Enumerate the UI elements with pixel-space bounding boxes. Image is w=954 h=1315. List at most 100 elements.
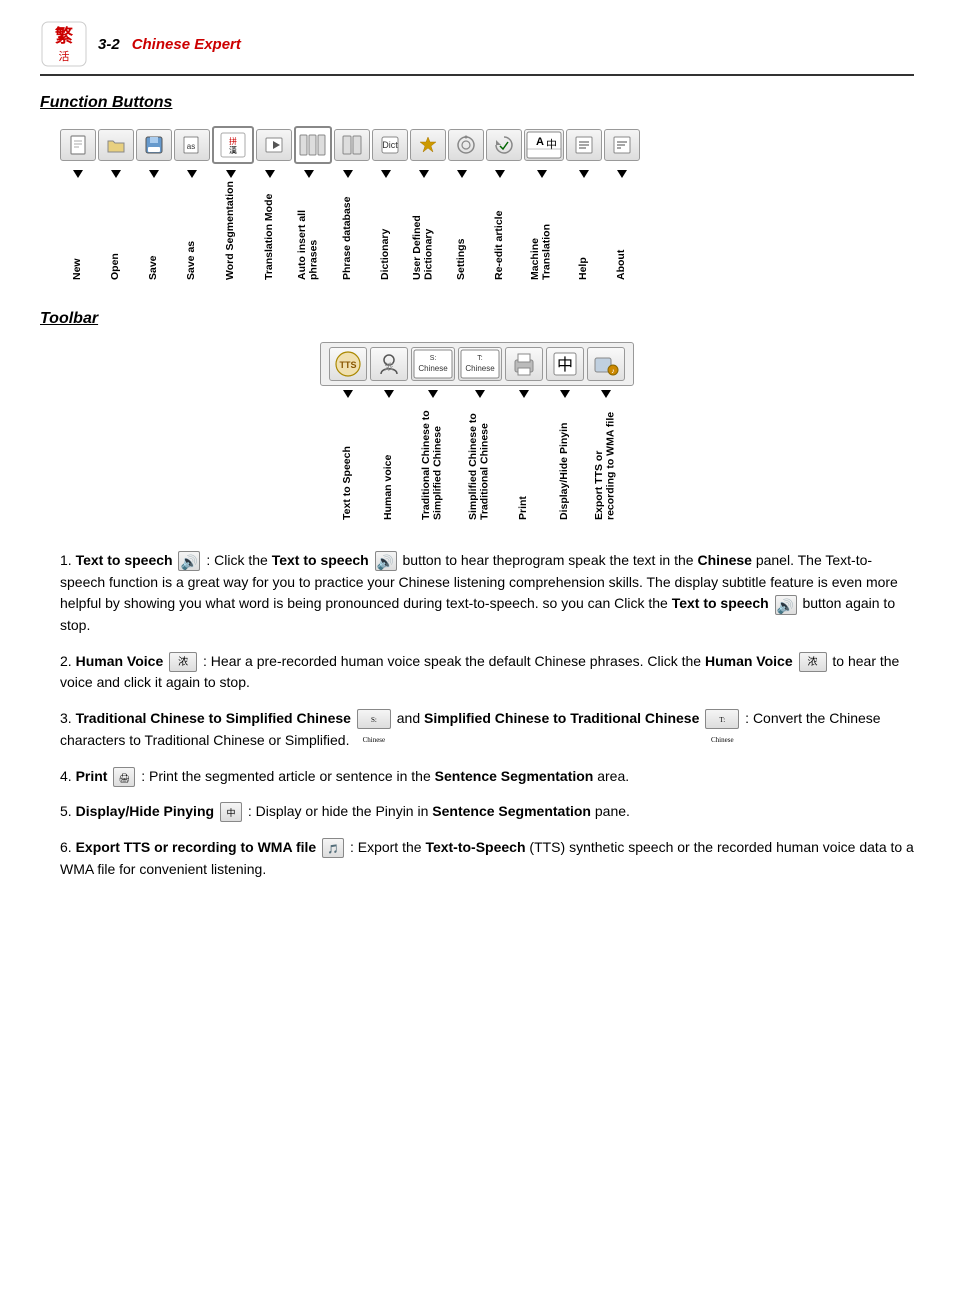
descriptions-list: 1. Text to speech 🔊 : Click the Text to … <box>60 550 914 880</box>
export-wma-label: Export TTS or recording to WMA file <box>587 390 625 520</box>
list-num-1: 1. <box>60 552 76 568</box>
svg-text:Chinese: Chinese <box>418 364 448 373</box>
human-voice-inline-icon-1: 浓 <box>169 652 197 672</box>
phrase-database-button[interactable] <box>334 129 370 161</box>
list-item-2: 2. Human Voice 浓 : Hear a pre-recorded h… <box>60 651 914 694</box>
save-as-button[interactable]: as <box>174 129 210 161</box>
export-wma-button[interactable]: ♪ <box>587 347 625 381</box>
save-button[interactable] <box>136 129 172 161</box>
print-label: Print <box>505 390 543 520</box>
item3-bold1: Traditional Chinese to Simplified Chines… <box>76 710 351 726</box>
translation-mode-button[interactable] <box>256 129 292 161</box>
svg-text:S:: S: <box>430 355 437 362</box>
re-edit-article-button[interactable] <box>486 129 522 161</box>
function-buttons-section: Function Buttons as 拼漢 <box>40 94 914 280</box>
item4-text2: area. <box>593 768 629 784</box>
print-button[interactable] <box>505 347 543 381</box>
toolbar-icons-row: TTS 浓 S: Chinese T: Chinese 中 <box>320 342 634 386</box>
item5-bold2: Sentence Segmentation <box>432 803 591 819</box>
tts-inline-icon-3: 🔊 <box>775 595 797 615</box>
item6-bold2: Text-to-Speech <box>425 839 525 855</box>
word-seg-label: Word Segmentation <box>212 170 250 280</box>
word-seg-group: 拼漢 <box>212 126 254 164</box>
trad-simp-label: Traditional Chinese to Simplified Chines… <box>411 390 455 520</box>
about-button[interactable] <box>604 129 640 161</box>
re-edit-label: Re-edit article <box>482 170 518 280</box>
human-voice-label: Human voice <box>370 390 408 520</box>
machine-trans-label: Machine Translation <box>520 170 564 280</box>
list-num-4: 4. <box>60 768 76 784</box>
item4-bold1: Print <box>76 768 108 784</box>
tts-button[interactable]: TTS <box>329 347 367 381</box>
svg-text:漢: 漢 <box>229 145 237 155</box>
open-button[interactable] <box>98 129 134 161</box>
open-label: Open <box>98 170 134 280</box>
item4-text1: : Print the segmented article or sentenc… <box>141 768 434 784</box>
about-label: About <box>604 170 640 280</box>
item5-bold1: Display/Hide Pinying <box>76 803 214 819</box>
item1-bold3: Chinese <box>697 552 751 568</box>
toolbar-title: Toolbar <box>40 310 914 328</box>
item1-bold4: Text to speech <box>672 595 769 611</box>
machine-translation-button[interactable]: A中 <box>524 129 564 161</box>
user-defined-dictionary-button[interactable] <box>410 129 446 161</box>
list-item-3: 3. Traditional Chinese to Simplified Chi… <box>60 708 914 751</box>
item1-bold2: Text to speech <box>272 552 369 568</box>
svg-text:Chinese: Chinese <box>465 364 495 373</box>
trad-simp-inline-icon: S:Chinese <box>357 709 391 729</box>
item6-text1: : Export the <box>350 839 425 855</box>
toolbar-diagram: TTS 浓 S: Chinese T: Chinese 中 <box>40 342 914 520</box>
display-hide-pinyin-button[interactable]: 中 <box>546 347 584 381</box>
svg-text:Dict: Dict <box>382 140 398 150</box>
item1-text1: : Click the <box>206 552 271 568</box>
list-num-3: 3. <box>60 710 76 726</box>
item3-text1: and <box>397 710 424 726</box>
toolbar-section: Toolbar TTS 浓 S: Chinese T: Chinese <box>40 310 914 520</box>
item2-text1: : Hear a pre-recorded human voice speak … <box>203 653 705 669</box>
list-num-6: 6. <box>60 839 76 855</box>
page-number: 3-2 <box>98 36 120 53</box>
item1-text2: button to hear theprogram speak the text… <box>403 552 698 568</box>
phrase-db-label: Phrase database <box>330 170 366 280</box>
svg-text:中: 中 <box>557 356 573 374</box>
dictionary-button[interactable]: Dict <box>372 129 408 161</box>
svg-text:as: as <box>187 142 195 151</box>
svg-text:T:: T: <box>477 355 483 362</box>
function-buttons-icons-row: as 拼漢 Dict <box>60 126 640 164</box>
word-segmentation-button[interactable]: 拼漢 <box>215 129 251 161</box>
auto-insert-phrases-button[interactable] <box>297 129 329 161</box>
simp-trad-label: Simplified Chinese to Traditional Chines… <box>458 390 502 520</box>
item5-text1: : Display or hide the Pinyin in <box>248 803 432 819</box>
app-logo: 繁 活 <box>40 20 88 68</box>
svg-text:浓: 浓 <box>384 362 393 372</box>
human-voice-inline-icon-2: 浓 <box>799 652 827 672</box>
svg-text:拼: 拼 <box>229 136 237 146</box>
list-num-5: 5. <box>60 803 76 819</box>
dict-label: Dictionary <box>368 170 404 280</box>
tts-inline-icon-1: 🔊 <box>178 551 200 571</box>
new-button[interactable] <box>60 129 96 161</box>
human-voice-button[interactable]: 浓 <box>370 347 408 381</box>
function-buttons-diagram: as 拼漢 Dict <box>60 126 914 280</box>
tts-label: Text to Speech <box>329 390 367 520</box>
svg-text:活: 活 <box>59 50 70 63</box>
function-buttons-labels: New Open Save Save as Word Segmentation … <box>60 170 640 280</box>
item2-bold2: Human Voice <box>705 653 793 669</box>
item3-bold2: Simplified Chinese to Traditional Chines… <box>424 710 699 726</box>
export-wma-inline-icon: 🎵 <box>322 838 344 858</box>
app-name: Chinese Expert <box>132 36 241 53</box>
settings-button[interactable] <box>448 129 484 161</box>
toolbar-labels: Text to Speech Human voice Traditional C… <box>329 390 625 520</box>
user-dict-label: User Defined Dictionary <box>406 170 442 280</box>
item5-text2: pane. <box>591 803 630 819</box>
simp-to-trad-button[interactable]: T: Chinese <box>458 347 502 381</box>
settings-label: Settings <box>444 170 480 280</box>
new-label: New <box>60 170 96 280</box>
trad-to-simp-button[interactable]: S: Chinese <box>411 347 455 381</box>
print-inline-icon: 🖨 <box>113 767 135 787</box>
help-button[interactable] <box>566 129 602 161</box>
list-item-5: 5. Display/Hide Pinying 中 : Display or h… <box>60 801 914 823</box>
auto-insert-group <box>294 126 332 164</box>
list-item-6: 6. Export TTS or recording to WMA file 🎵… <box>60 837 914 880</box>
svg-text:TTS: TTS <box>340 360 357 370</box>
